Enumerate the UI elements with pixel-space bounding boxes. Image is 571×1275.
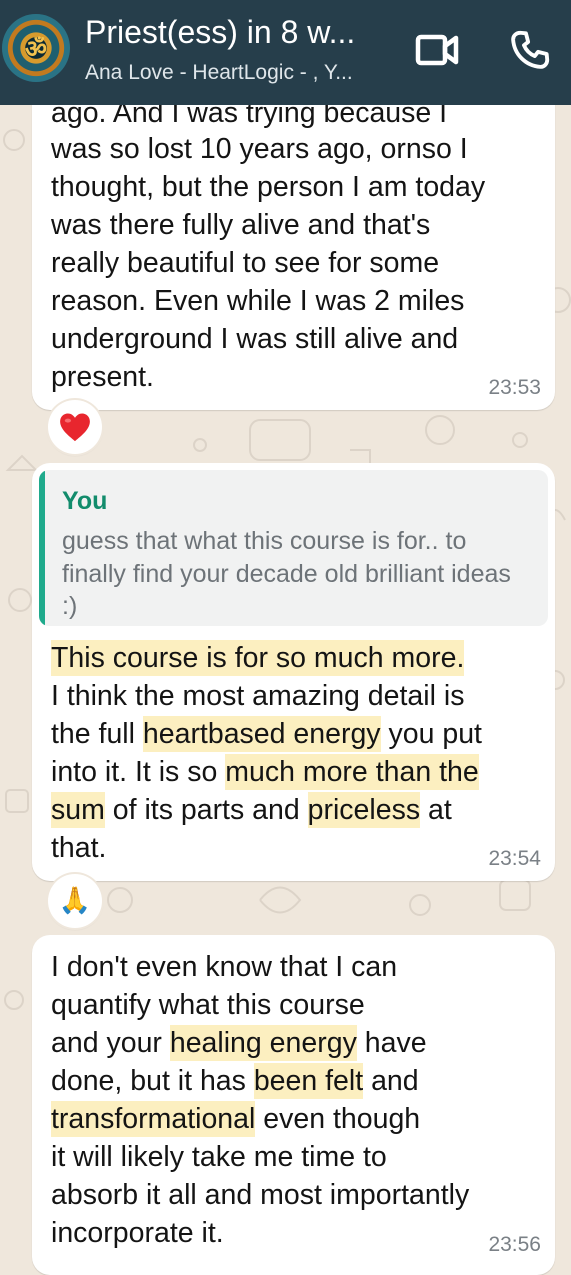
chat-subtitle[interactable]: Ana Love - HeartLogic - , Y... [85, 61, 385, 85]
message-text: was so lost 10 years ago, ornso I though… [51, 133, 486, 393]
quoted-message[interactable]: You guess that what this course is for..… [39, 470, 548, 626]
message-text-segment: of its parts and [104, 794, 308, 826]
highlighted-text: been felt [253, 1063, 364, 1099]
message-text: I don't even know that I can quantify wh… [51, 948, 546, 1252]
message-reaction[interactable] [48, 400, 102, 454]
message-timestamp: 23:56 [488, 1233, 541, 1256]
message-text-segment: and [371, 1065, 419, 1097]
highlighted-text: heartbased energy [142, 716, 381, 752]
highlighted-text: priceless [307, 792, 421, 828]
highlighted-text: This course is for so much more. [51, 640, 465, 676]
highlighted-text: transformational [51, 1101, 256, 1137]
message-timestamp: 23:53 [488, 376, 541, 399]
quote-accent-bar [39, 470, 45, 626]
chat-header: ॐ Priest(ess) in 8 w... Ana Love - Heart… [0, 0, 571, 105]
message-bubble[interactable]: You guess that what this course is for..… [32, 463, 555, 881]
quote-author: You [62, 487, 108, 515]
message-text: This course is for so much more. I think… [51, 639, 546, 867]
video-camera-icon[interactable] [414, 28, 460, 72]
folded-hands-icon: 🙏 [58, 886, 92, 916]
highlighted-text: healing energy [169, 1025, 357, 1061]
phone-icon[interactable] [508, 28, 552, 72]
om-symbol: ॐ [25, 34, 47, 63]
heart-icon [60, 413, 90, 442]
message-bubble[interactable]: I don't even know that I can quantify wh… [32, 935, 555, 1275]
chat-title[interactable]: Priest(ess) in 8 w... [85, 14, 390, 51]
message-timestamp: 23:54 [488, 847, 541, 870]
message-reaction[interactable]: 🙏 [48, 874, 102, 928]
group-avatar[interactable]: ॐ [2, 14, 70, 82]
message-bubble[interactable]: ago. And I was trying because I was so l… [32, 60, 555, 410]
quote-text: guess that what this course is for.. to … [62, 527, 511, 620]
